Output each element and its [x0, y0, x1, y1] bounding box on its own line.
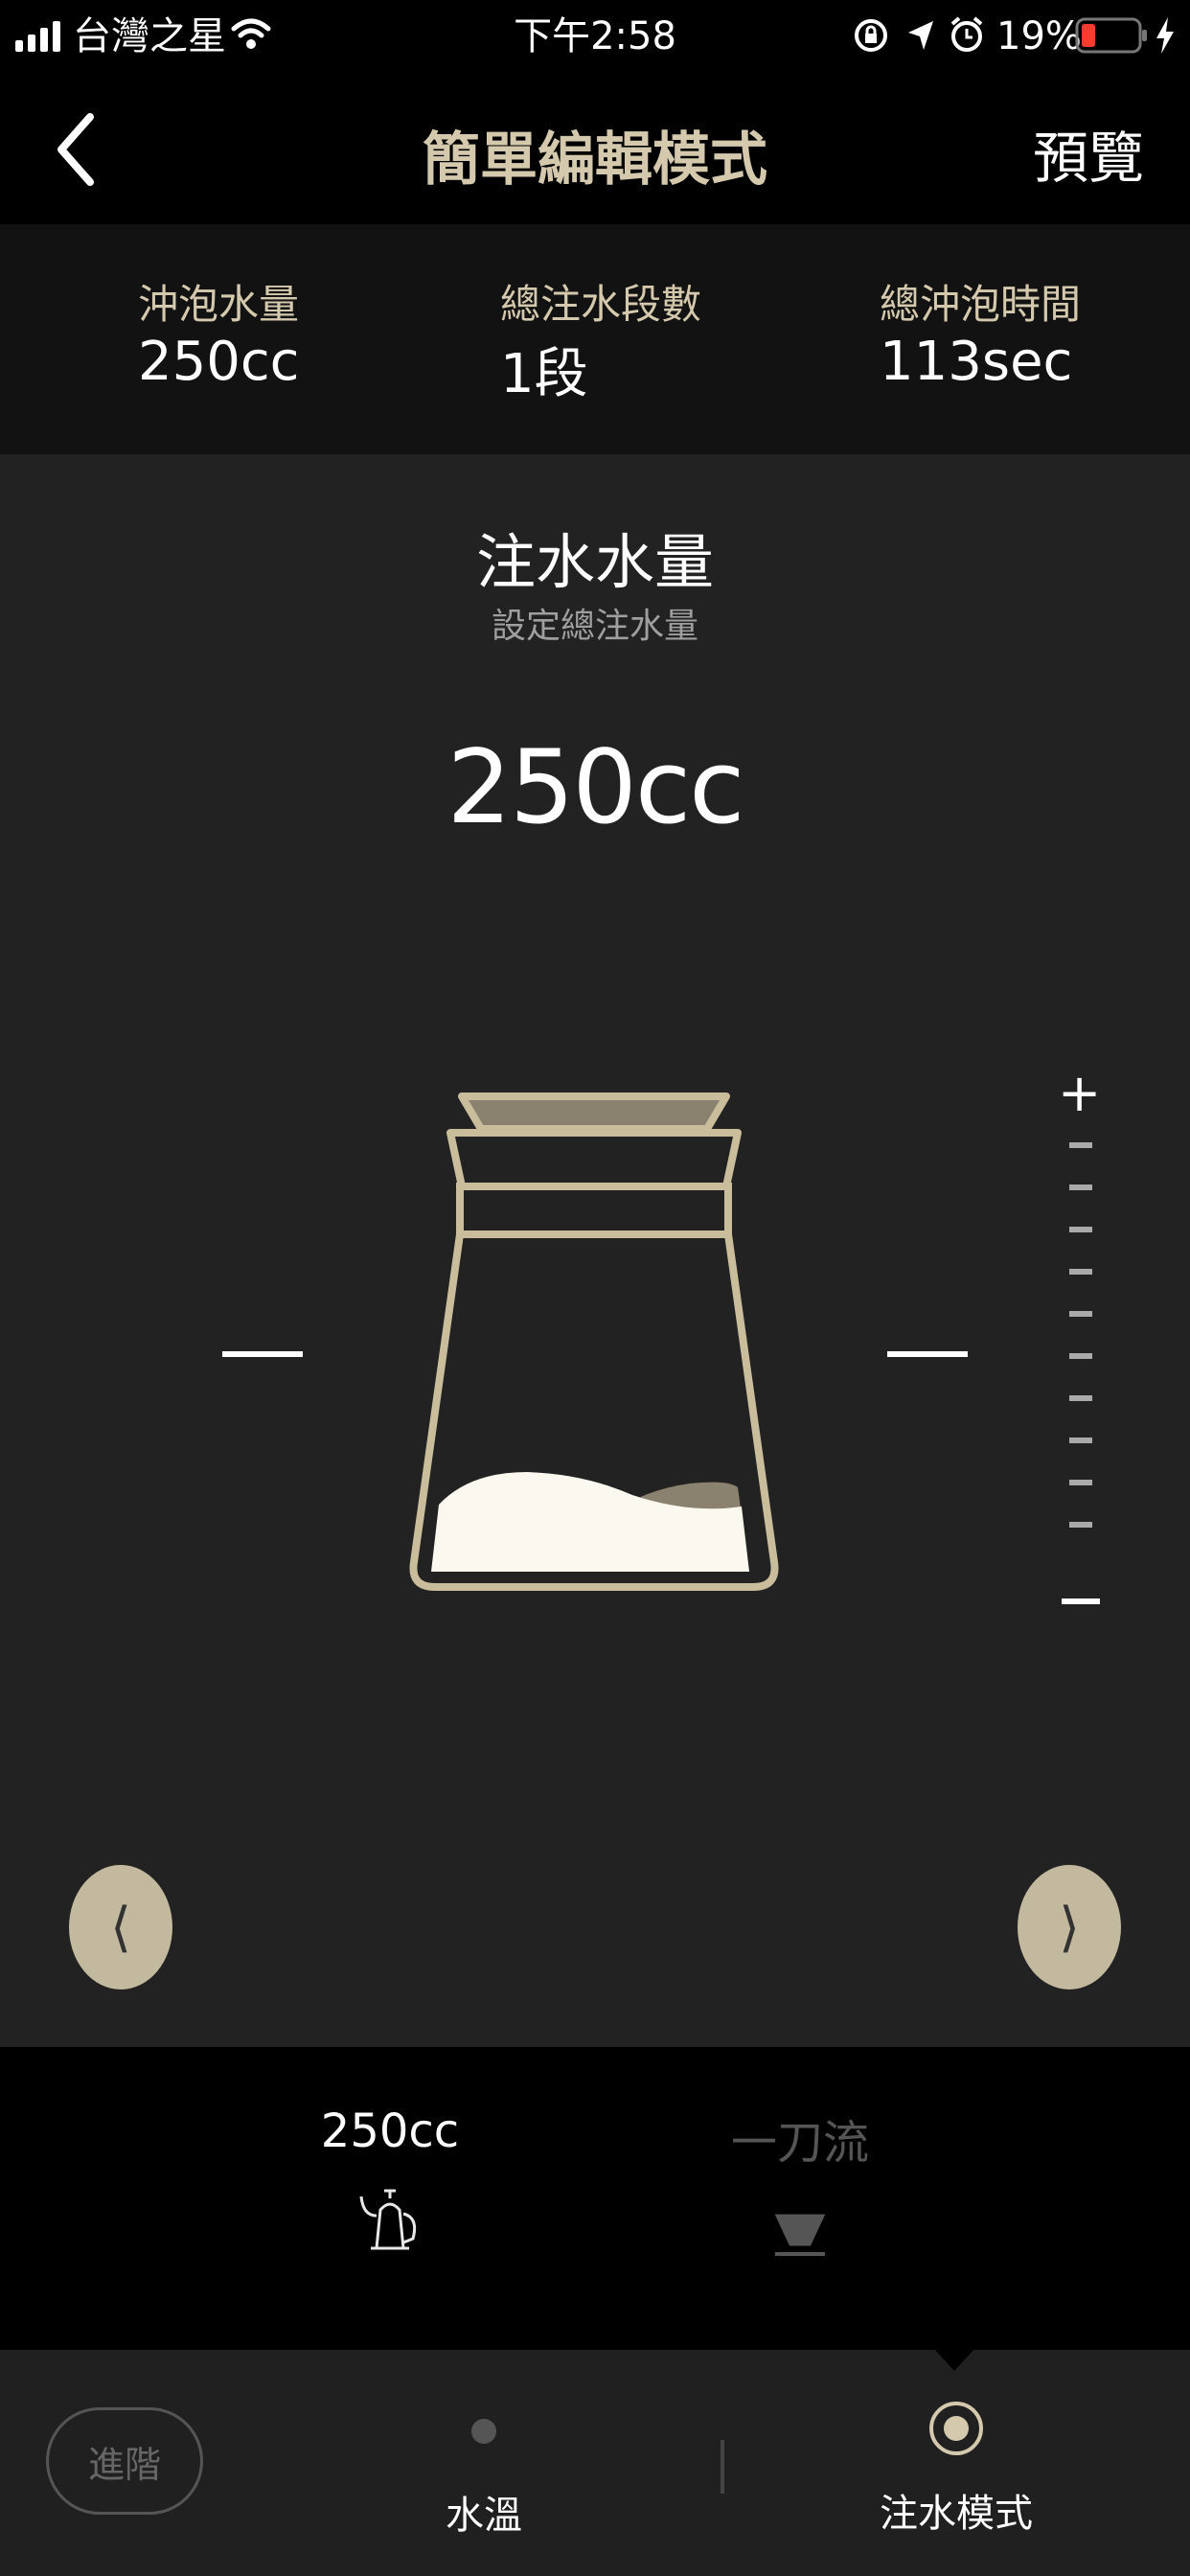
summary-label: 總沖泡時間	[880, 281, 1082, 328]
summary-value: 113sec	[880, 331, 1073, 393]
kettle-icon	[359, 2189, 417, 2250]
tab-water-temperature[interactable]: 水溫	[393, 2417, 575, 2540]
scale-tick	[1069, 1395, 1092, 1401]
previous-button[interactable]: ⟨	[69, 1865, 172, 1990]
summary-water-volume: 沖泡水量 250cc	[138, 272, 299, 393]
dripper-icon	[774, 2214, 826, 2256]
advanced-mode-button[interactable]: 進階	[46, 2407, 203, 2515]
step-option-label: 250cc	[320, 2104, 460, 2158]
summary-value: 250cc	[138, 331, 300, 393]
section-title: 注水水量	[475, 527, 714, 597]
tab-label: 注水模式	[880, 2492, 1033, 2536]
scale-tick	[1069, 1184, 1092, 1190]
scale-tick	[1069, 1269, 1092, 1275]
coffee-server-icon	[409, 1092, 779, 1591]
step-option-label: 一刀流	[730, 2116, 869, 2170]
summary-label: 總注水段數	[500, 281, 702, 328]
step-option-pour-mode[interactable]: 一刀流	[699, 2104, 901, 2262]
target-icon	[929, 2402, 983, 2455]
active-tab-pointer-icon	[933, 2348, 975, 2371]
alarm-icon	[950, 16, 983, 52]
scale-tick	[1069, 1353, 1092, 1359]
tab-pour-mode[interactable]: 注水模式	[862, 2400, 1050, 2538]
water-volume-value: 250cc	[446, 728, 745, 846]
status-bar: 台灣之星 下午2:58 19%	[0, 0, 1190, 75]
preview-button[interactable]: 預覽	[1033, 113, 1144, 194]
scale-plus-icon: +	[1058, 1063, 1102, 1123]
section-subtitle: 設定總注水量	[491, 607, 698, 646]
brew-summary: 沖泡水量 250cc 總注水段數 1段 總沖泡時間 113sec	[0, 224, 1190, 454]
step-option-volume[interactable]: 250cc	[287, 2104, 492, 2258]
scale-tick	[1069, 1480, 1092, 1485]
scale-tick	[1069, 1227, 1092, 1232]
summary-pour-stages: 總注水段數 1段	[500, 272, 701, 408]
rotation-lock-icon	[855, 19, 887, 52]
dot-icon	[471, 2419, 496, 2444]
scale-tick	[1069, 1522, 1092, 1528]
summary-brew-time: 總沖泡時間 113sec	[880, 272, 1081, 393]
step-selector: 250cc 一刀流	[0, 2047, 1190, 2350]
summary-label: 沖泡水量	[138, 281, 300, 328]
summary-value: 1段	[500, 343, 588, 405]
page-title: 簡單編輯模式	[423, 126, 767, 194]
charging-icon	[1156, 17, 1174, 54]
tab-bar: 進階 水溫 注水模式	[0, 2348, 1190, 2576]
battery-icon	[1075, 17, 1147, 54]
water-volume-panel: 注水水量 設定總注水量 250cc + ⟨ ⟩	[0, 454, 1190, 2047]
scale-tick	[1069, 1438, 1092, 1443]
tab-label: 水溫	[446, 2494, 522, 2538]
tab-divider	[721, 2440, 724, 2494]
battery-percent: 19%	[996, 14, 1082, 58]
level-marker-left	[222, 1351, 303, 1357]
next-button[interactable]: ⟩	[1018, 1865, 1121, 1990]
level-marker-right	[887, 1351, 968, 1357]
scale-tick	[1069, 1142, 1092, 1148]
scale-level-indicator	[1062, 1598, 1100, 1604]
nav-bar: 簡單編輯模式 預覽	[0, 75, 1190, 224]
location-icon	[908, 21, 933, 50]
scale-tick	[1069, 1311, 1092, 1317]
